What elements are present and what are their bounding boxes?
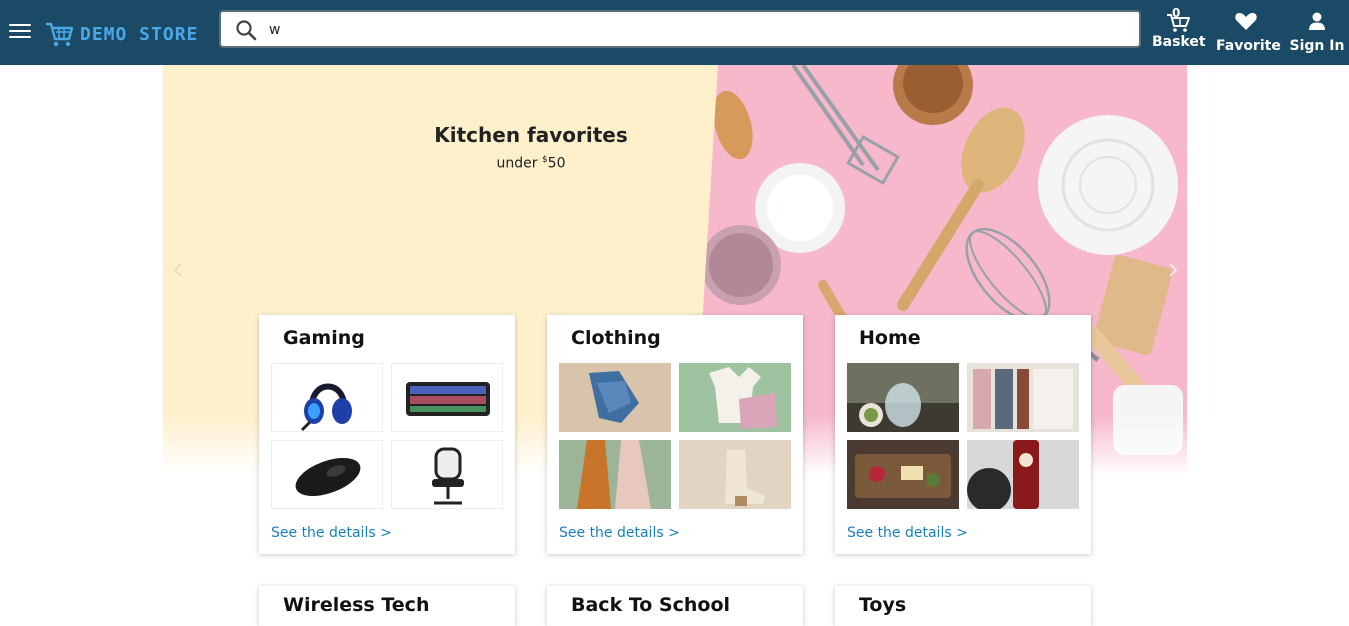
card-title: Gaming bbox=[283, 327, 365, 349]
category-card-clothing[interactable]: Clothing See the details > bbox=[547, 315, 803, 554]
search-input[interactable] bbox=[269, 18, 1119, 42]
heart-icon bbox=[1235, 13, 1257, 30]
gaming-chair-image[interactable] bbox=[391, 440, 503, 509]
user-icon bbox=[1309, 12, 1325, 30]
store-logo[interactable]: DEMO STORE bbox=[44, 18, 198, 50]
favorite-button[interactable]: Favorite bbox=[1216, 6, 1281, 54]
cart-logo-icon bbox=[46, 22, 74, 47]
home-charcuterie-image[interactable] bbox=[847, 440, 959, 509]
category-card-back-to-school[interactable]: Back To School bbox=[547, 586, 803, 626]
clothing-dresses-image[interactable] bbox=[559, 440, 671, 509]
card-title: Clothing bbox=[571, 327, 661, 349]
search-icon[interactable] bbox=[235, 19, 257, 41]
category-card-gaming[interactable]: Gaming See the details > bbox=[259, 315, 515, 554]
sign-in-button[interactable]: Sign In bbox=[1289, 6, 1345, 54]
gaming-mouse-image[interactable] bbox=[271, 440, 383, 509]
search-bar bbox=[219, 10, 1141, 48]
logo-text: DEMO STORE bbox=[80, 23, 199, 45]
see-details-link[interactable]: See the details > bbox=[559, 525, 680, 541]
hero-title: Kitchen favorites bbox=[434, 123, 628, 147]
top-navbar: DEMO STORE 0 Basket Favorite Sign In bbox=[0, 0, 1349, 65]
home-soap-image[interactable] bbox=[967, 440, 1079, 509]
sign-in-label: Sign In bbox=[1289, 38, 1345, 54]
clothing-tshirt-image[interactable] bbox=[679, 363, 791, 432]
favorite-label: Favorite bbox=[1216, 38, 1281, 54]
hamburger-menu-icon[interactable] bbox=[9, 24, 31, 42]
see-details-link[interactable]: See the details > bbox=[847, 525, 968, 541]
basket-count: 0 bbox=[1172, 6, 1181, 20]
hero-subtitle-amount: 50 bbox=[547, 155, 566, 172]
carousel-next-icon[interactable] bbox=[1166, 263, 1180, 277]
card-title: Wireless Tech bbox=[283, 594, 430, 616]
see-details-link[interactable]: See the details > bbox=[271, 525, 392, 541]
card-title: Home bbox=[859, 327, 921, 349]
hero-subtitle: under $50 bbox=[163, 155, 899, 172]
home-dining-image[interactable] bbox=[847, 363, 959, 432]
category-card-wireless-tech[interactable]: Wireless Tech bbox=[259, 586, 515, 626]
hero-subtitle-prefix: under bbox=[496, 155, 542, 172]
card-title: Toys bbox=[859, 594, 907, 616]
basket-label: Basket bbox=[1152, 34, 1206, 50]
clothing-jeans-image[interactable] bbox=[559, 363, 671, 432]
category-card-toys[interactable]: Toys bbox=[835, 586, 1091, 626]
category-card-home[interactable]: Home See the details > bbox=[835, 315, 1091, 554]
clothing-boots-image[interactable] bbox=[679, 440, 791, 509]
basket-button[interactable]: 0 Basket bbox=[1152, 6, 1206, 50]
carousel-prev-icon[interactable] bbox=[171, 263, 185, 277]
home-closet-image[interactable] bbox=[967, 363, 1079, 432]
gaming-keyboard-image[interactable] bbox=[391, 363, 503, 432]
gaming-headset-image[interactable] bbox=[271, 363, 383, 432]
card-title: Back To School bbox=[571, 594, 731, 616]
